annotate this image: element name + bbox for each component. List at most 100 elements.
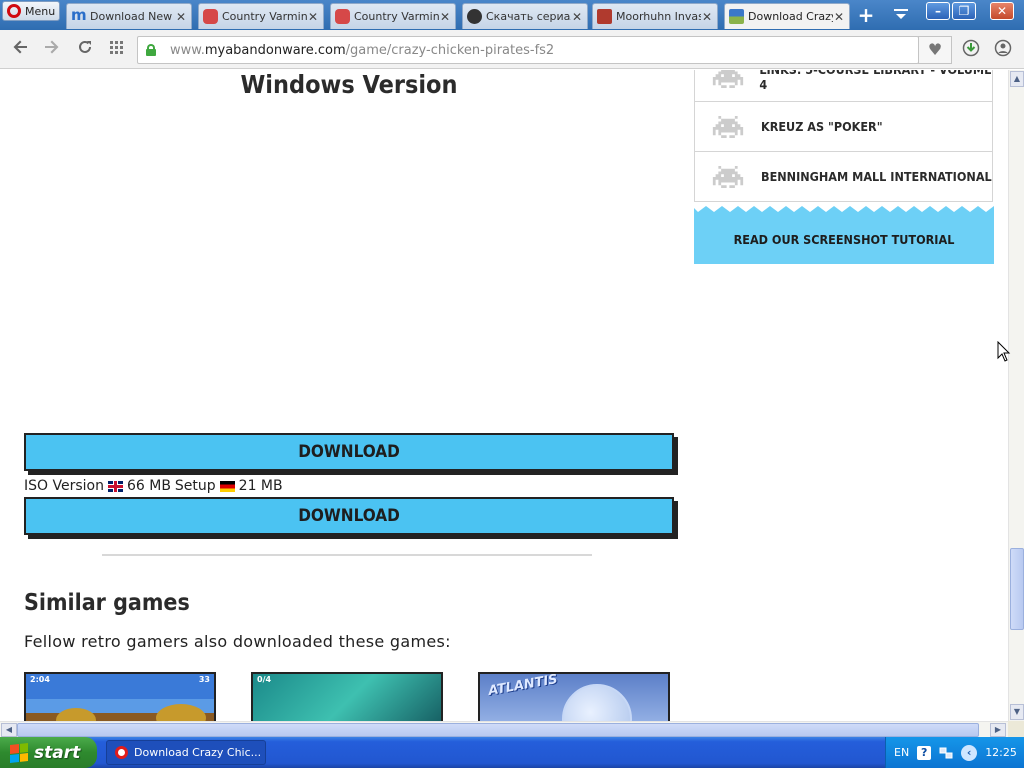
url-domain: myabandonware.com (204, 42, 346, 58)
zigzag-edge (694, 202, 994, 212)
screenshot-tutorial-button[interactable]: READ OUR SCREENSHOT TUTORIAL (694, 202, 994, 264)
site-favicon-icon (335, 9, 350, 24)
horizontal-scrollbar[interactable]: ◀ ▶ (0, 721, 1008, 737)
tab-title: Moorhuhn Invas (616, 10, 701, 23)
taskbar-item-browser[interactable]: Download Crazy Chic... (106, 740, 266, 765)
iso-info-line: ISO Version 66 MB Setup 21 MB (24, 478, 283, 494)
lock-icon (146, 44, 156, 56)
sidebar-item-label: KREUZ AS "POKER" (761, 119, 883, 134)
similar-games-subtitle: Fellow retro gamers also downloaded thes… (24, 632, 451, 651)
site-favicon-icon (203, 9, 218, 24)
network-icon[interactable] (939, 746, 953, 760)
download-button-setup[interactable]: DOWNLOAD (24, 497, 674, 535)
tab-title: Download New (90, 10, 173, 23)
menu-label: Menu (25, 4, 56, 18)
sidebar-game-item[interactable]: KREUZ AS "POKER" (694, 102, 993, 152)
close-window-button[interactable]: ✕ (990, 2, 1014, 20)
help-icon[interactable]: ? (917, 745, 932, 760)
tab-close-icon[interactable]: ✕ (439, 10, 451, 24)
reload-icon[interactable] (74, 39, 96, 61)
thumb-hud-left: 0/4 (257, 675, 272, 684)
tab-close-icon[interactable]: ✕ (175, 10, 187, 24)
tab-title: Download Crazy (748, 10, 833, 23)
vertical-scroll-thumb[interactable] (1010, 548, 1024, 630)
tab-title: Country Varmint (354, 10, 439, 23)
similar-game-thumbnail-3[interactable]: ATLANTIS (478, 672, 670, 721)
opera-menu-button[interactable]: Menu (2, 1, 60, 21)
tab-skachat-serial[interactable]: Скачать сериал ✕ (462, 3, 588, 29)
tab-country-varmint-1[interactable]: Country Varmint ✕ (198, 3, 324, 29)
tab-country-varmint-2[interactable]: Country Varmint ✕ (330, 3, 456, 29)
site-favicon-icon (597, 9, 612, 24)
forward-arrow-icon[interactable] (40, 39, 62, 61)
windows-logo-icon (10, 742, 28, 763)
system-tray: EN ? ‹ 12:25 (885, 737, 1024, 768)
sidebar-item-label: BENNINGHAM MALL INTERNATIONAL (761, 169, 992, 184)
back-arrow-icon[interactable] (10, 39, 32, 61)
atlantis-title: ATLANTIS (487, 672, 559, 699)
heart-bookmark-icon[interactable]: ♥ (918, 36, 952, 64)
german-flag-icon (219, 480, 235, 492)
tree-graphic (56, 708, 96, 721)
thumb-hud-left: 2:04 (30, 675, 50, 684)
similar-games-heading: Similar games (24, 590, 190, 616)
new-tab-button[interactable]: + (856, 5, 876, 26)
tab-close-icon[interactable]: ✕ (701, 10, 713, 24)
minimize-window-button[interactable]: – (926, 2, 950, 20)
back-circle-icon[interactable]: ‹ (961, 744, 978, 761)
setup-label: Setup (174, 478, 216, 494)
space-invader-icon (711, 115, 747, 138)
scroll-down-icon[interactable]: ▼ (1010, 704, 1024, 720)
language-indicator[interactable]: EN (894, 746, 909, 759)
clock: 12:25 (985, 746, 1017, 759)
setup-size: 21 MB (238, 478, 283, 494)
url-prefix: www. (170, 42, 205, 58)
iso-version-label: ISO Version (24, 478, 104, 494)
download-button-iso[interactable]: DOWNLOAD (24, 433, 674, 471)
myabandonware-favicon-icon: m (71, 6, 87, 24)
tab-title: Скачать сериал (486, 10, 571, 23)
uk-flag-icon (107, 480, 123, 492)
scroll-left-icon[interactable]: ◀ (1, 723, 17, 737)
thumb-hud-right: 33 (198, 675, 210, 684)
sidebar-game-item[interactable]: LINKS: 5-COURSE LIBRARY - VOLUME 4 (694, 70, 993, 102)
tab-close-icon[interactable]: ✕ (571, 10, 583, 24)
scrollbar-corner (1008, 721, 1024, 737)
iso-size: 66 MB (126, 478, 171, 494)
sidebar-game-item[interactable]: BENNINGHAM MALL INTERNATIONAL (694, 152, 993, 202)
tutorial-label: READ OUR SCREENSHOT TUTORIAL (733, 232, 955, 247)
tab-menu-icon[interactable] (892, 6, 910, 24)
page-viewport: Windows Version DOWNLOAD ISO Version 66 … (0, 70, 1008, 721)
tab-title: Country Varmint (222, 10, 307, 23)
space-invader-icon (711, 70, 745, 88)
tab-close-icon[interactable]: ✕ (307, 10, 319, 24)
tab-moorhuhn[interactable]: Moorhuhn Invas ✕ (592, 3, 718, 29)
space-invader-icon (711, 165, 747, 188)
maximize-window-button[interactable]: ❐ (952, 2, 976, 20)
similar-game-thumbnail-2[interactable]: 0/4 (251, 672, 443, 721)
site-favicon-icon (729, 9, 744, 24)
opera-logo-icon (7, 4, 21, 18)
account-icon[interactable] (992, 39, 1014, 61)
start-label: start (34, 742, 81, 763)
cat-favicon-icon (467, 9, 482, 24)
globe-graphic (562, 684, 632, 721)
horizontal-scroll-thumb[interactable] (17, 723, 979, 737)
scroll-right-icon[interactable]: ▶ (990, 723, 1006, 737)
mouse-cursor-icon (997, 341, 1011, 362)
tab-strip: Menu m Download New ✕ Country Varmint ✕ … (0, 0, 1024, 30)
start-button[interactable]: start (0, 737, 97, 768)
vertical-scrollbar[interactable]: ▲ ▼ (1008, 70, 1024, 721)
opera-logo-icon (115, 746, 128, 759)
windows-taskbar: start Download Crazy Chic... EN ? ‹ 12:2… (0, 737, 1024, 768)
tab-download-new[interactable]: m Download New ✕ (66, 3, 192, 29)
address-bar[interactable]: www. myabandonware.com/game/crazy-chicken… (137, 36, 919, 64)
speed-dial-grid-icon[interactable] (106, 39, 128, 61)
tab-download-crazy-active[interactable]: Download Crazy ✕ (724, 3, 850, 29)
download-manager-icon[interactable] (960, 39, 982, 61)
url-path: /game/crazy-chicken-pirates-fs2 (345, 42, 555, 58)
section-divider (102, 554, 592, 556)
similar-game-thumbnail-1[interactable]: 2:04 33 (24, 672, 216, 721)
scroll-up-icon[interactable]: ▲ (1010, 71, 1024, 87)
tab-close-icon[interactable]: ✕ (833, 10, 845, 24)
